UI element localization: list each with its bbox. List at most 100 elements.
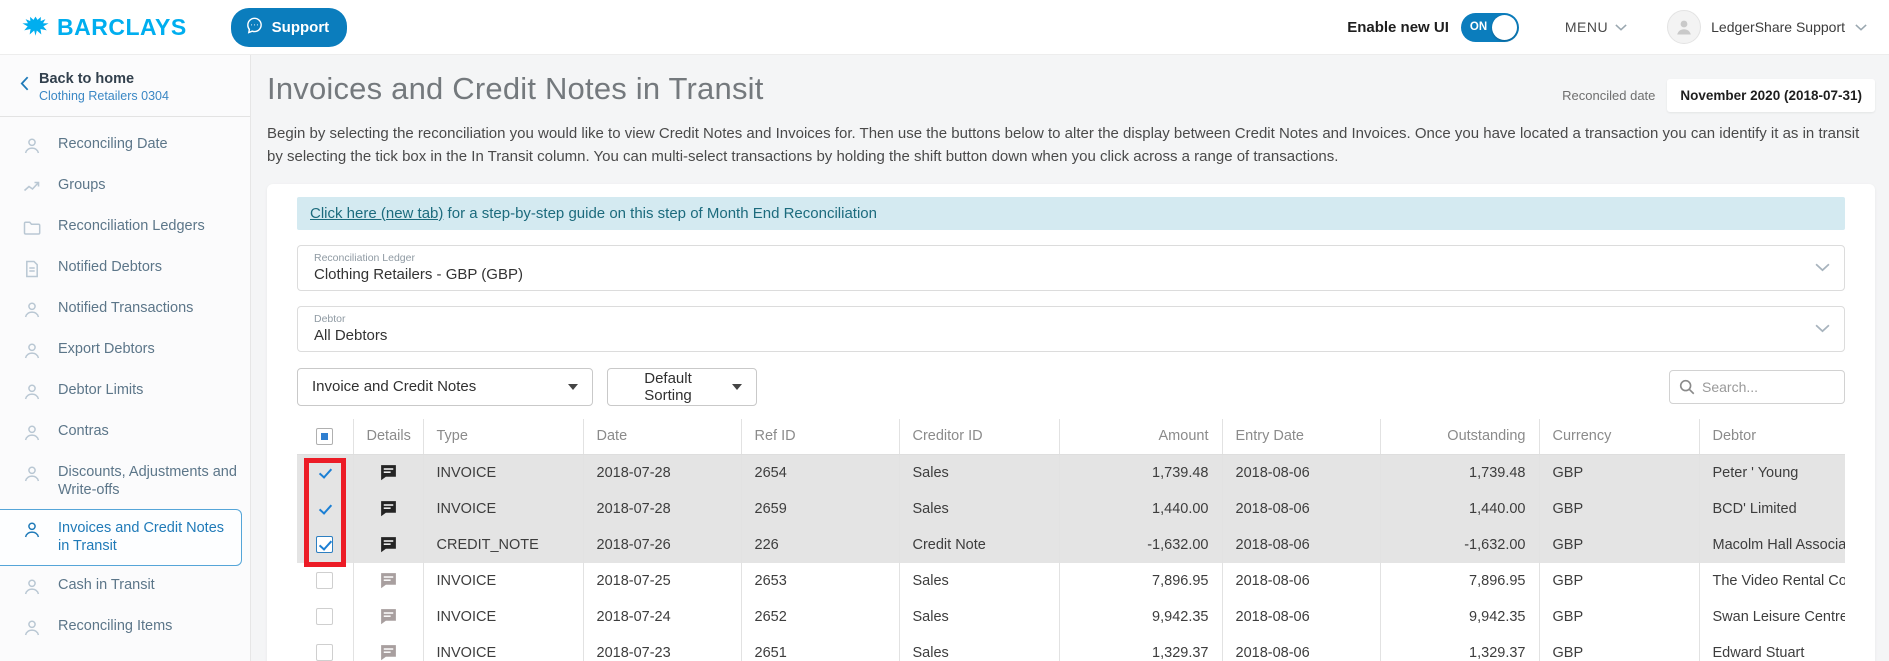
type-filter-dropdown[interactable]: Invoice and Credit Notes: [297, 367, 593, 406]
row-checkbox[interactable]: [316, 536, 334, 553]
reconciled-date-value[interactable]: November 2020 (2018-07-31): [1667, 79, 1875, 112]
cell-type: INVOICE: [423, 490, 584, 527]
row-checkbox[interactable]: [316, 608, 334, 625]
column-header-creditor-id: Creditor ID: [899, 418, 1060, 455]
person-icon: [22, 577, 42, 597]
back-to-home-subtitle: Clothing Retailers 0304: [39, 89, 169, 103]
transactions-tbody: INVOICE 2018-07-28 2654 Sales 1,739.48 2…: [297, 454, 1845, 661]
cell-ref-id: 226: [741, 526, 900, 563]
cell-outstanding: 1,329.37: [1380, 634, 1540, 661]
cell-outstanding: 7,896.95: [1380, 562, 1540, 599]
column-header-debtor: Debtor: [1699, 418, 1845, 455]
reconciled-date-label: Reconciled date: [1562, 88, 1656, 103]
person-icon: [22, 136, 42, 156]
chevron-left-icon: [20, 76, 29, 96]
sidebar-item-reconciling-items[interactable]: Reconciling Items: [0, 607, 250, 648]
details-message-icon[interactable]: [379, 499, 398, 518]
page-description: Begin by selecting the reconciliation yo…: [267, 125, 1860, 166]
cell-creditor-id: Sales: [899, 454, 1060, 491]
toggle-on-label: ON: [1469, 21, 1488, 33]
transactions-table: Details Type Date Ref ID Creditor ID Amo…: [297, 418, 1845, 661]
column-header-entry-date: Entry Date: [1222, 418, 1381, 455]
details-message-icon[interactable]: [379, 463, 398, 482]
debtor-select[interactable]: Debtor All Debtors: [297, 305, 1845, 352]
table-row: INVOICE 2018-07-28 2654 Sales 1,739.48 2…: [297, 454, 1845, 491]
cell-debtor: Edward Stuart: [1699, 634, 1845, 661]
sidebar-item-contras[interactable]: Contras: [0, 412, 250, 453]
column-header-outstanding: Outstanding: [1380, 418, 1540, 455]
sidebar-item-debtor-limits[interactable]: Debtor Limits: [0, 371, 250, 412]
details-message-icon[interactable]: [379, 643, 398, 661]
details-message-icon[interactable]: [379, 571, 398, 590]
sort-filter-dropdown[interactable]: Default Sorting: [607, 367, 757, 406]
guide-banner: Click here (new tab) for a step-by-step …: [297, 196, 1845, 230]
column-header-ref-id: Ref ID: [741, 418, 900, 455]
reconciliation-ledger-select[interactable]: Reconciliation Ledger Clothing Retailers…: [297, 244, 1845, 291]
cell-date: 2018-07-25: [583, 562, 742, 599]
row-checkbox[interactable]: [316, 464, 333, 481]
guide-banner-text: for a step-by-step guide on this step of…: [443, 204, 877, 222]
guide-link[interactable]: Click here (new tab): [310, 205, 443, 222]
enable-new-ui-label: Enable new UI: [1347, 18, 1449, 36]
sidebar-item-notified-transactions[interactable]: Notified Transactions: [0, 289, 250, 330]
caret-down-icon: [568, 383, 578, 390]
cell-creditor-id: Sales: [899, 634, 1060, 661]
table-row: INVOICE 2018-07-28 2659 Sales 1,440.00 2…: [297, 490, 1845, 527]
cell-debtor: The Video Rental Co...: [1699, 562, 1845, 599]
caret-down-icon: [732, 383, 742, 390]
sidebar-item-invoices-and-credit-notes-in-transit[interactable]: Invoices and Credit Notes in Transit: [0, 509, 242, 566]
row-checkbox[interactable]: [316, 644, 334, 661]
user-menu[interactable]: LedgerShare Support: [1667, 10, 1867, 44]
cell-amount: 7,896.95: [1059, 562, 1223, 599]
row-checkbox[interactable]: [316, 500, 333, 517]
chevron-down-icon: [1815, 320, 1830, 338]
cell-amount: 1,440.00: [1059, 490, 1223, 527]
cell-ref-id: 2654: [741, 454, 900, 491]
column-header-details: Details: [353, 418, 424, 455]
table-header-row: Details Type Date Ref ID Creditor ID Amo…: [297, 418, 1845, 455]
cell-ref-id: 2652: [741, 598, 900, 635]
sidebar: Back to home Clothing Retailers 0304 Rec…: [0, 55, 251, 661]
sidebar-item-reconciliation-ledgers[interactable]: Reconciliation Ledgers: [0, 207, 250, 248]
sidebar-item-notified-debtors[interactable]: Notified Debtors: [0, 248, 250, 289]
select-all-checkbox[interactable]: [316, 427, 334, 445]
sidebar-item-groups[interactable]: Groups: [0, 166, 250, 207]
cell-date: 2018-07-28: [583, 454, 742, 491]
details-message-icon[interactable]: [379, 535, 398, 554]
cell-entry-date: 2018-08-06: [1222, 526, 1381, 563]
page-title: Invoices and Credit Notes in Transit: [267, 71, 764, 106]
cell-amount: -1,632.00: [1059, 526, 1223, 563]
cell-ref-id: 2659: [741, 490, 900, 527]
cell-creditor-id: Sales: [899, 598, 1060, 635]
sidebar-item-discounts-adjustments-and-write-offs[interactable]: Discounts, Adjustments and Write-offs: [0, 453, 250, 509]
column-header-amount: Amount: [1059, 418, 1223, 455]
sidebar-item-cash-in-transit[interactable]: Cash in Transit: [0, 566, 250, 607]
cell-currency: GBP: [1539, 490, 1700, 527]
trend-icon: [22, 177, 42, 197]
sidebar-item-reconciling-date[interactable]: Reconciling Date: [0, 125, 250, 166]
cell-amount: 1,329.37: [1059, 634, 1223, 661]
document-icon: [22, 259, 42, 279]
menu-dropdown[interactable]: MENU: [1565, 19, 1627, 35]
transactions-table-wrap: Details Type Date Ref ID Creditor ID Amo…: [297, 418, 1845, 661]
sidebar-item-export-debtors[interactable]: Export Debtors: [0, 330, 250, 371]
cell-creditor-id: Credit Note: [899, 526, 1060, 563]
content-card: Click here (new tab) for a step-by-step …: [267, 183, 1875, 661]
row-checkbox[interactable]: [316, 572, 334, 589]
user-name: LedgerShare Support: [1711, 19, 1845, 35]
top-bar: BARCLAYS Support Enable new UI ON MENU L…: [0, 0, 1889, 55]
cell-entry-date: 2018-08-06: [1222, 454, 1381, 491]
barclays-logo[interactable]: BARCLAYS: [22, 13, 187, 42]
chevron-down-icon: [1615, 23, 1627, 31]
cell-entry-date: 2018-08-06: [1222, 634, 1381, 661]
cell-type: INVOICE: [423, 634, 584, 661]
enable-new-ui-toggle[interactable]: ON: [1460, 12, 1519, 42]
topbar-right-group: Enable new UI ON MENU LedgerShare Suppor…: [1347, 10, 1867, 44]
debtor-value: All Debtors: [314, 326, 388, 344]
back-to-home[interactable]: Back to home Clothing Retailers 0304: [0, 55, 250, 117]
support-button[interactable]: Support: [230, 7, 348, 47]
sidebar-menu: Reconciling Date Groups Reconciliation L…: [0, 117, 250, 656]
details-message-icon[interactable]: [379, 607, 398, 626]
barclays-eagle-icon: [22, 13, 49, 42]
cell-date: 2018-07-23: [583, 634, 742, 661]
